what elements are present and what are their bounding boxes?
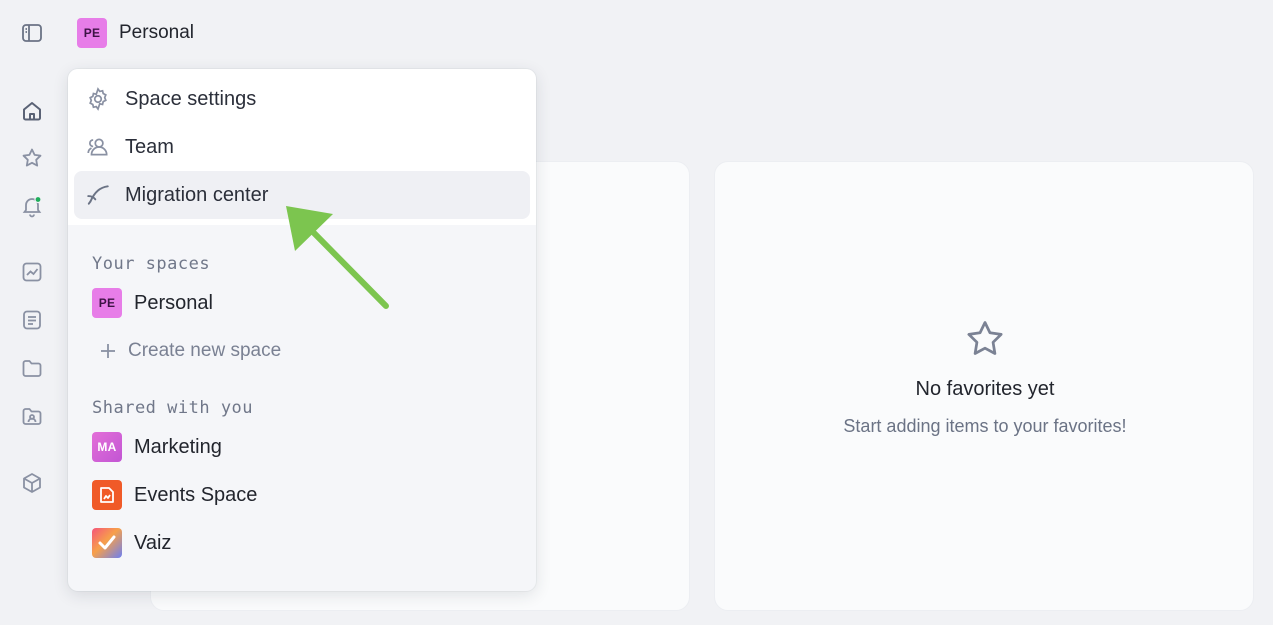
team-icon xyxy=(84,133,112,161)
favorites-card: No favorites yet Start adding items to y… xyxy=(714,161,1254,611)
gear-icon xyxy=(84,85,112,113)
chart-icon[interactable] xyxy=(19,259,45,285)
space-item-vaiz[interactable]: Vaiz xyxy=(92,526,171,560)
team-item[interactable]: Team xyxy=(74,123,530,171)
shared-folder-icon[interactable] xyxy=(19,403,45,429)
document-icon[interactable] xyxy=(19,307,45,333)
favorites-star-icon xyxy=(967,321,1003,355)
app-root: PE Personal No favorites yet Start addin… xyxy=(0,0,1273,625)
notification-dot xyxy=(34,195,42,204)
team-label: Team xyxy=(125,135,174,158)
bell-icon[interactable] xyxy=(19,193,45,219)
space-item-events[interactable]: Events Space xyxy=(92,478,257,512)
space-settings-label: Space settings xyxy=(125,87,257,110)
space-label: Personal xyxy=(134,291,213,314)
space-badge: MA xyxy=(92,432,122,462)
space-switcher[interactable]: PE Personal xyxy=(77,18,194,48)
space-badge: PE xyxy=(92,288,122,318)
events-space-logo-icon xyxy=(92,480,122,510)
favorites-empty-subtitle: Start adding items to your favorites! xyxy=(843,416,1127,436)
create-space-button[interactable]: Create new space xyxy=(98,334,281,368)
favorites-empty-title: No favorites yet xyxy=(915,378,1055,400)
plus-icon xyxy=(101,344,115,358)
star-icon[interactable] xyxy=(19,145,45,171)
sidebar-toggle-icon[interactable] xyxy=(19,20,45,46)
create-space-label: Create new space xyxy=(128,340,282,361)
space-item-personal[interactable]: PE Personal xyxy=(92,286,213,320)
space-label: Marketing xyxy=(134,435,222,458)
vaiz-logo-icon xyxy=(92,528,122,558)
cube-icon[interactable] xyxy=(19,470,45,496)
space-label: Events Space xyxy=(134,483,258,506)
space-menu: Space settings Team Migration center xyxy=(68,69,536,225)
space-item-marketing[interactable]: MA Marketing xyxy=(92,430,222,464)
space-settings-item[interactable]: Space settings xyxy=(74,75,530,123)
space-name: Personal xyxy=(119,22,194,43)
migration-icon xyxy=(84,181,112,209)
your-spaces-heading: Your spaces xyxy=(92,254,211,274)
space-dropdown: Space settings Team Migration center You… xyxy=(68,69,536,591)
migration-center-label: Migration center xyxy=(125,183,269,206)
space-label: Vaiz xyxy=(134,531,172,554)
space-badge: PE xyxy=(77,18,107,48)
folder-icon[interactable] xyxy=(19,355,45,381)
shared-with-you-heading: Shared with you xyxy=(92,398,254,418)
home-icon[interactable] xyxy=(19,98,45,124)
migration-center-item[interactable]: Migration center xyxy=(74,171,530,219)
